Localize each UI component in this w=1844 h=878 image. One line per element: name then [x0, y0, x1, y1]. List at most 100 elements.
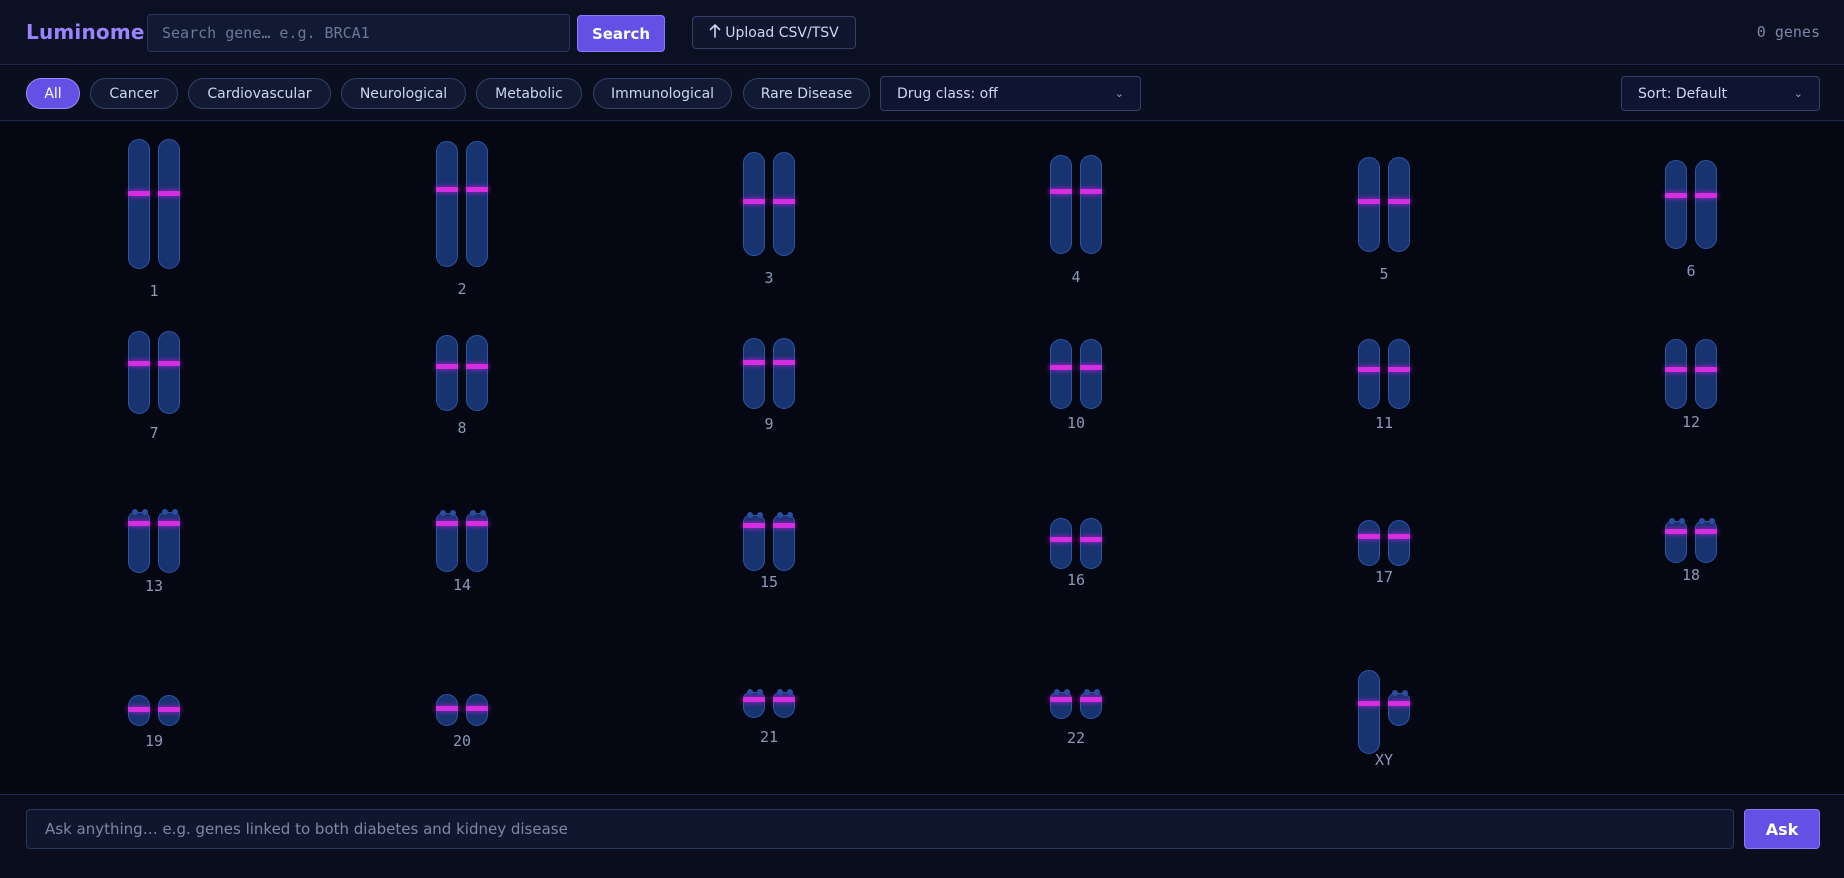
centromere-band	[466, 187, 488, 192]
chromatid	[773, 512, 795, 571]
chromatid	[466, 510, 488, 572]
chromosome-pair	[1665, 160, 1717, 249]
centromere-band	[1695, 367, 1717, 372]
chromosome-label: 22	[1066, 729, 1086, 747]
chromatid	[436, 141, 458, 267]
centromere-band	[1050, 365, 1072, 370]
chromosome-label: 8	[457, 419, 467, 437]
satellite-stalk	[1679, 518, 1685, 524]
chromosome-pair	[1665, 518, 1717, 563]
centromere-band	[1388, 199, 1410, 204]
satellite-stalk	[1094, 689, 1100, 695]
chromatid	[773, 152, 795, 256]
gene-search-input[interactable]	[147, 14, 570, 52]
chromosome-pair	[436, 141, 488, 267]
chromatid	[128, 509, 150, 573]
centromere-band	[1388, 534, 1410, 539]
centromere-band	[158, 361, 180, 366]
centromere-band	[743, 360, 765, 365]
satellite-stalk	[450, 510, 456, 516]
chromosome-label: 5	[1379, 265, 1389, 283]
chromosome-label: 7	[149, 424, 159, 442]
filter-chip-immunological[interactable]: Immunological	[593, 78, 732, 109]
ask-input[interactable]	[26, 809, 1734, 849]
sort-select[interactable]: Sort: Default ⌄	[1621, 76, 1820, 111]
filter-chip-metabolic[interactable]: Metabolic	[476, 78, 582, 109]
upload-csv-button[interactable]: Upload CSV/TSV	[692, 16, 856, 49]
satellite-stalk	[480, 510, 486, 516]
filter-chip-cancer[interactable]: Cancer	[90, 78, 178, 109]
chromosome-label: 17	[1374, 568, 1394, 586]
search-button[interactable]: Search	[577, 15, 665, 52]
drug-class-select[interactable]: Drug class: off ⌄	[880, 76, 1141, 111]
chromatid	[773, 338, 795, 409]
chromosome-label: 15	[759, 573, 779, 591]
filter-chip-neurological[interactable]: Neurological	[341, 78, 466, 109]
satellite-stalk	[132, 509, 138, 515]
satellite-stalk	[1709, 518, 1715, 524]
centromere-band	[158, 521, 180, 526]
drug-class-value: Drug class: off	[897, 85, 998, 102]
chromatid	[743, 152, 765, 256]
chromatid	[1695, 160, 1717, 249]
chromosome-label: 20	[452, 732, 472, 750]
chromatid	[1358, 339, 1380, 409]
chromosome-pair	[1050, 518, 1102, 569]
satellite-stalk	[747, 512, 753, 518]
chromatid	[436, 335, 458, 411]
chromosome-pair	[436, 694, 488, 726]
chromatid	[743, 689, 765, 718]
chromatid	[1358, 670, 1380, 754]
chromosome-label: 12	[1681, 413, 1701, 431]
chromosome-label: 19	[144, 732, 164, 750]
chromosome-label: 6	[1686, 262, 1696, 280]
centromere-band	[128, 361, 150, 366]
satellite-stalk	[1699, 518, 1705, 524]
centromere-band	[1665, 529, 1687, 534]
centromere-band	[743, 523, 765, 528]
centromere-band	[1050, 537, 1072, 542]
chromosome-pair	[128, 331, 180, 414]
chromosome-label: 1	[149, 282, 159, 300]
chromatid	[1388, 520, 1410, 566]
filter-chip-all[interactable]: All	[26, 78, 80, 109]
chromosome-pair	[1358, 670, 1410, 754]
chromatid	[1665, 339, 1687, 409]
chromatid	[466, 335, 488, 411]
satellite-stalk	[162, 509, 168, 515]
chromosome-label: 9	[764, 415, 774, 433]
satellite-stalk	[1064, 689, 1070, 695]
ask-button[interactable]: Ask	[1744, 809, 1820, 849]
chromatid	[436, 694, 458, 726]
chromosome-label: 21	[759, 728, 779, 746]
chromatid	[1050, 155, 1072, 254]
centromere-band	[466, 521, 488, 526]
chromatid	[1080, 155, 1102, 254]
chromosome-label: 18	[1681, 566, 1701, 584]
centromere-band	[743, 199, 765, 204]
chromatid	[1358, 520, 1380, 566]
chromatid	[128, 331, 150, 414]
centromere-band	[128, 191, 150, 196]
chromatid	[1665, 518, 1687, 563]
ask-bar: Ask	[0, 794, 1844, 878]
filter-chip-rare-disease[interactable]: Rare Disease	[743, 78, 870, 109]
filter-chip-cardiovascular[interactable]: Cardiovascular	[188, 78, 331, 109]
satellite-stalk	[1392, 690, 1398, 696]
chromatid	[743, 338, 765, 409]
chromatid	[1388, 690, 1410, 726]
chromosome-pair	[743, 152, 795, 256]
chromatid	[1050, 339, 1072, 409]
sort-value: Sort: Default	[1638, 85, 1728, 102]
centromere-band	[1050, 189, 1072, 194]
chromosome-pair	[743, 689, 795, 718]
chromosome-label: XY	[1374, 751, 1394, 769]
satellite-stalk	[777, 689, 783, 695]
satellite-stalk	[787, 689, 793, 695]
satellite-stalk	[440, 510, 446, 516]
centromere-band	[466, 364, 488, 369]
centromere-band	[158, 707, 180, 712]
chromatid	[466, 694, 488, 726]
chromatid	[128, 695, 150, 726]
centromere-band	[1665, 367, 1687, 372]
